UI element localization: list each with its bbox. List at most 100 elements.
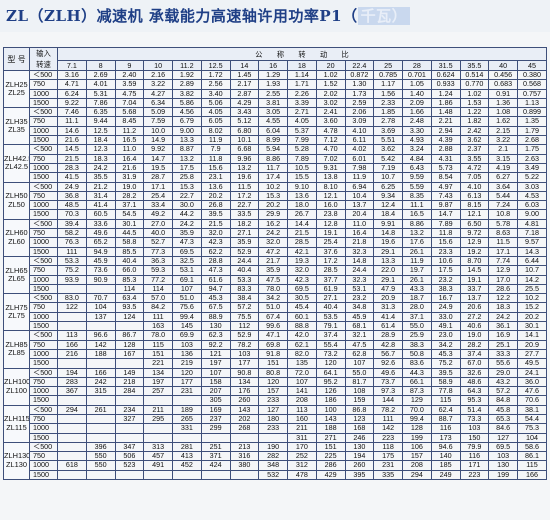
value-cell: 37.4 xyxy=(459,348,490,360)
value-cell: 52.9 xyxy=(229,330,260,341)
value-cell: 3.62 xyxy=(459,135,490,146)
value-cell: 9.44 xyxy=(85,116,116,127)
value-cell: 143 xyxy=(315,413,346,425)
table-row: 1500 9.22 7.86 7.04 6.34 5.86 5.06 4.29 3.81 3.39… xyxy=(4,97,547,109)
value-cell xyxy=(57,423,87,434)
value-cell: 1.29 xyxy=(258,69,288,81)
value-cell: 13.8 xyxy=(315,172,346,183)
value-cell: 6.94 xyxy=(344,181,375,192)
value-cell: 257 xyxy=(143,386,173,397)
value-cell: 17.1 xyxy=(488,246,518,257)
value-cell: 60.1 xyxy=(287,311,317,323)
value-cell: 86.1 xyxy=(517,451,547,462)
value-cell: 14.3 xyxy=(517,246,547,257)
value-cell: 28.2 xyxy=(459,339,490,350)
value-cell: 36.1 xyxy=(488,320,518,332)
value-cell: 114 xyxy=(114,283,145,295)
value-cell: 550 xyxy=(85,460,116,471)
value-cell: 3.49 xyxy=(517,162,547,174)
table-row: 750 122 104 93.5 84.2 75.6 67.5 57.2 51.0 45.4 40.… xyxy=(4,302,547,313)
table-row: 1500 21.6 18.4 16.5 14.9 13.3 11.9 10.1 8.99 7.99… xyxy=(4,135,547,146)
value-cell: 24.4 xyxy=(344,265,375,276)
value-cell: 168 xyxy=(344,423,375,434)
value-cell: 50.8 xyxy=(402,348,432,360)
value-cell: 5.28 xyxy=(287,144,317,155)
speed-cell: 750 xyxy=(29,302,58,313)
value-cell: 19.5 xyxy=(143,162,173,174)
value-cell: 190 xyxy=(258,441,288,453)
value-cell: 22.7 xyxy=(229,200,260,211)
value-cell: 67.5 xyxy=(200,302,231,313)
value-cell: 111 xyxy=(143,311,173,323)
value-cell: 53.3 xyxy=(229,274,260,285)
value-cell: 27.0 xyxy=(143,218,173,230)
value-cell: 26.8 xyxy=(200,200,231,211)
value-cell: 2.15 xyxy=(488,125,518,137)
value-cell: 1.02 xyxy=(459,88,490,99)
value-cell: 2.21 xyxy=(430,116,461,127)
value-cell: 34.8 xyxy=(344,302,375,313)
value-cell: 7.02 xyxy=(315,153,346,164)
ratio-header: 28 xyxy=(402,60,432,71)
value-cell: 8.87 xyxy=(172,144,202,155)
value-cell: 4.39 xyxy=(430,135,461,146)
value-cell: 52.9 xyxy=(229,246,260,257)
value-cell: 3.16 xyxy=(57,69,87,81)
value-cell: 283 xyxy=(57,376,87,388)
value-cell: 107 xyxy=(200,367,231,378)
value-cell: 144 xyxy=(373,395,403,406)
speed-cell: 1000 xyxy=(29,237,58,248)
value-cell: 25.9 xyxy=(402,330,432,341)
value-cell: 2.09 xyxy=(402,97,432,109)
value-cell: 23.8 xyxy=(315,209,346,220)
value-cell: 2.94 xyxy=(430,125,461,137)
value-cell: 107 xyxy=(344,358,375,369)
value-cell: 12.4 xyxy=(373,200,403,211)
value-cell: 97.3 xyxy=(373,386,403,397)
value-cell: 48.5 xyxy=(57,200,87,211)
value-cell: 15.6 xyxy=(200,162,231,174)
value-cell: 107 xyxy=(287,376,317,388)
value-cell: 78.2 xyxy=(229,339,260,350)
value-cell: 10.4 xyxy=(344,190,375,202)
value-cell: 14.1 xyxy=(517,330,547,341)
value-cell: 6.25 xyxy=(373,181,403,192)
value-cell: 1.75 xyxy=(517,144,547,155)
value-cell: 1.17 xyxy=(373,79,403,90)
value-cell: 281 xyxy=(172,441,202,453)
value-cell: 8.15 xyxy=(459,200,490,211)
ratio-header: 18 xyxy=(287,60,317,71)
value-cell: 21.7 xyxy=(258,255,288,267)
value-cell: 3.39 xyxy=(287,97,317,109)
value-cell: 170 xyxy=(287,441,317,453)
value-cell: 478 xyxy=(287,469,317,481)
value-cell: 67.0 xyxy=(459,358,490,369)
speed-cell: 1000 xyxy=(29,423,58,434)
value-cell: 30.5 xyxy=(287,293,317,304)
value-cell: 69.8 xyxy=(258,339,288,350)
value-cell: 83.0 xyxy=(57,293,87,304)
speed-cell: 1500 xyxy=(29,432,58,443)
value-cell: 452 xyxy=(172,460,202,471)
value-cell: 11.2 xyxy=(114,125,145,137)
value-cell: 4.81 xyxy=(517,218,547,230)
value-cell: 4.27 xyxy=(143,88,173,99)
value-cell: 157 xyxy=(258,386,288,397)
value-cell: 5.31 xyxy=(85,88,116,99)
value-cell: 13.6 xyxy=(287,190,317,202)
value-cell: 2.26 xyxy=(287,88,317,99)
value-cell: 3.62 xyxy=(373,144,403,155)
value-cell: 127 xyxy=(258,404,288,416)
value-cell: 69.5 xyxy=(488,441,518,453)
value-cell: 185 xyxy=(430,460,461,471)
value-cell: 19.3 xyxy=(287,255,317,267)
value-cell: 94.7 xyxy=(200,283,231,295)
value-cell: 20.2 xyxy=(517,311,547,323)
value-cell: 4.19 xyxy=(488,162,518,174)
value-cell: 457 xyxy=(143,451,173,462)
value-cell: 4.75 xyxy=(114,88,145,99)
value-cell: 14.5 xyxy=(459,265,490,276)
value-cell: 51.4 xyxy=(459,404,490,416)
speed-cell: 1500 xyxy=(29,395,58,406)
value-cell: 211 xyxy=(143,404,173,416)
